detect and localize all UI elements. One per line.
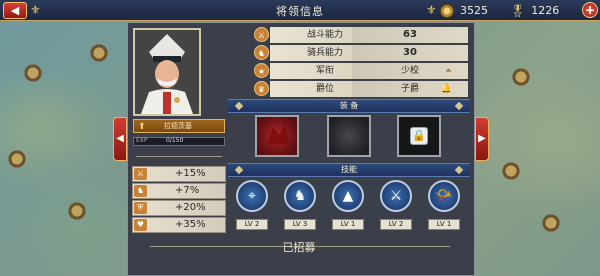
skill-level: LV 1 xyxy=(332,219,364,230)
diamond-ornament-icon xyxy=(234,165,244,175)
stat-value: 63 xyxy=(352,27,468,43)
skill-level: LV 2 xyxy=(236,219,268,230)
stat-value: 30 xyxy=(352,45,468,61)
recruited-status: 已招募 xyxy=(282,241,316,254)
general-portrait xyxy=(133,28,201,116)
bonus-value: +15% xyxy=(175,168,206,179)
diamond-ornament-icon xyxy=(234,101,244,111)
prev-general-button[interactable]: ◀ xyxy=(113,117,127,161)
bonus-list: ⚔ +15% ♞ +7% ⛨ +20% ♥ +35% xyxy=(132,166,226,234)
skill-cavalry[interactable]: ♞ xyxy=(284,180,316,212)
skill-trumpet[interactable]: 📯 xyxy=(428,180,460,212)
equipment-title: 装 备 xyxy=(339,101,359,110)
bonus-row-defense: ⛨ +20% xyxy=(132,200,226,216)
map-city-marker[interactable] xyxy=(500,160,522,182)
sword-icon: ⚔ xyxy=(134,168,147,180)
red-equipment-icon xyxy=(267,125,289,145)
medal-counter: 🎖 1226 xyxy=(510,2,559,19)
bonus-row-health: ♥ +35% xyxy=(132,217,226,233)
equipment-slot-locked[interactable]: 🔒 xyxy=(397,115,441,157)
medal-icon: 🎖 xyxy=(510,3,526,18)
bonus-row-attack: ⚔ +15% xyxy=(132,166,226,182)
crosshair-icon: ⌖ xyxy=(248,188,256,204)
diamond-ornament-icon xyxy=(454,101,464,111)
trumpet-icon: 📯 xyxy=(435,188,453,204)
skill-fortification[interactable]: ▲ xyxy=(332,180,364,212)
lock-icon: 🔒 xyxy=(410,127,428,145)
crossed-swords-icon: ⚔ xyxy=(389,188,403,204)
next-general-button[interactable]: ▶ xyxy=(475,117,489,161)
diamond-ornament-icon xyxy=(454,165,464,175)
bonus-row-cavalry: ♞ +7% xyxy=(132,183,226,199)
top-bar: ◀ ⚜ 将领信息 ⚜ 3525 🎖 1226 + xyxy=(0,0,600,21)
equipment-slot-2[interactable] xyxy=(327,115,371,157)
equipment-slot-1[interactable] xyxy=(255,115,299,157)
add-currency-button[interactable]: + xyxy=(582,2,598,18)
map-city-marker[interactable] xyxy=(510,66,532,88)
medal-value: 1226 xyxy=(531,4,560,17)
fortification-icon: ▲ xyxy=(342,188,354,204)
general-name: 拉德茨基 xyxy=(164,122,192,130)
horse-icon: ♞ xyxy=(134,185,147,197)
skills-title: 技能 xyxy=(341,165,357,174)
shield-icon: ⛨ xyxy=(134,202,147,214)
rank-chevron-icon: ⬆ xyxy=(138,122,146,132)
chevron-right-icon: ▶ xyxy=(478,133,486,144)
gold-value: 3525 xyxy=(460,4,488,17)
rank-icon: ★ xyxy=(254,63,269,78)
exp-bar: EXP 0/150 xyxy=(133,137,225,146)
crown-icon: ♛ xyxy=(254,81,269,96)
battle-icon: ⚔ xyxy=(254,27,269,42)
general-portrait-image xyxy=(135,30,199,114)
fleur-de-lis-icon: ⚜ xyxy=(426,3,437,17)
skill-level: LV 3 xyxy=(284,219,316,230)
map-city-marker[interactable] xyxy=(88,42,110,64)
skill-swords[interactable]: ⚔ xyxy=(380,180,412,212)
bonus-value: +20% xyxy=(175,202,206,213)
map-city-marker[interactable] xyxy=(22,62,44,84)
ornament-divider xyxy=(136,156,222,157)
map-city-marker[interactable] xyxy=(540,212,562,234)
exp-label: EXP xyxy=(136,137,148,144)
heart-icon: ♥ xyxy=(134,219,147,231)
general-nameplate: ⬆ 拉德茨基 xyxy=(133,119,225,133)
bonus-value: +7% xyxy=(175,185,200,196)
chevron-left-icon: ◀ xyxy=(116,133,124,144)
bell-icon: 🔔 xyxy=(440,84,452,94)
bonus-value: +35% xyxy=(175,219,206,230)
stat-row-cavalry: ♞ 骑兵能力 30 xyxy=(236,45,470,61)
cavalry-rider-icon: ♞ xyxy=(293,188,307,204)
skill-level: LV 2 xyxy=(380,219,412,230)
equipment-header: 装 备 xyxy=(228,99,470,113)
skills-header: 技能 xyxy=(228,163,470,177)
stat-row-title: ♛ 爵位 子爵 🔔 xyxy=(236,81,470,97)
stat-row-rank: ★ 军衔 少校 ⏶ xyxy=(236,63,470,79)
skill-crosshair[interactable]: ⌖ xyxy=(236,180,268,212)
map-city-marker[interactable] xyxy=(66,200,88,222)
gold-counter: 3525 xyxy=(440,2,488,19)
cavalry-icon: ♞ xyxy=(254,45,269,60)
exp-value: 0/150 xyxy=(166,137,184,144)
rank-insignia-icon: ⏶ xyxy=(444,66,452,76)
skill-level: LV 1 xyxy=(428,219,460,230)
map-city-marker[interactable] xyxy=(6,148,28,170)
gold-coin-icon xyxy=(440,3,454,18)
stat-row-battle: ⚔ 战斗能力 63 xyxy=(236,27,470,43)
